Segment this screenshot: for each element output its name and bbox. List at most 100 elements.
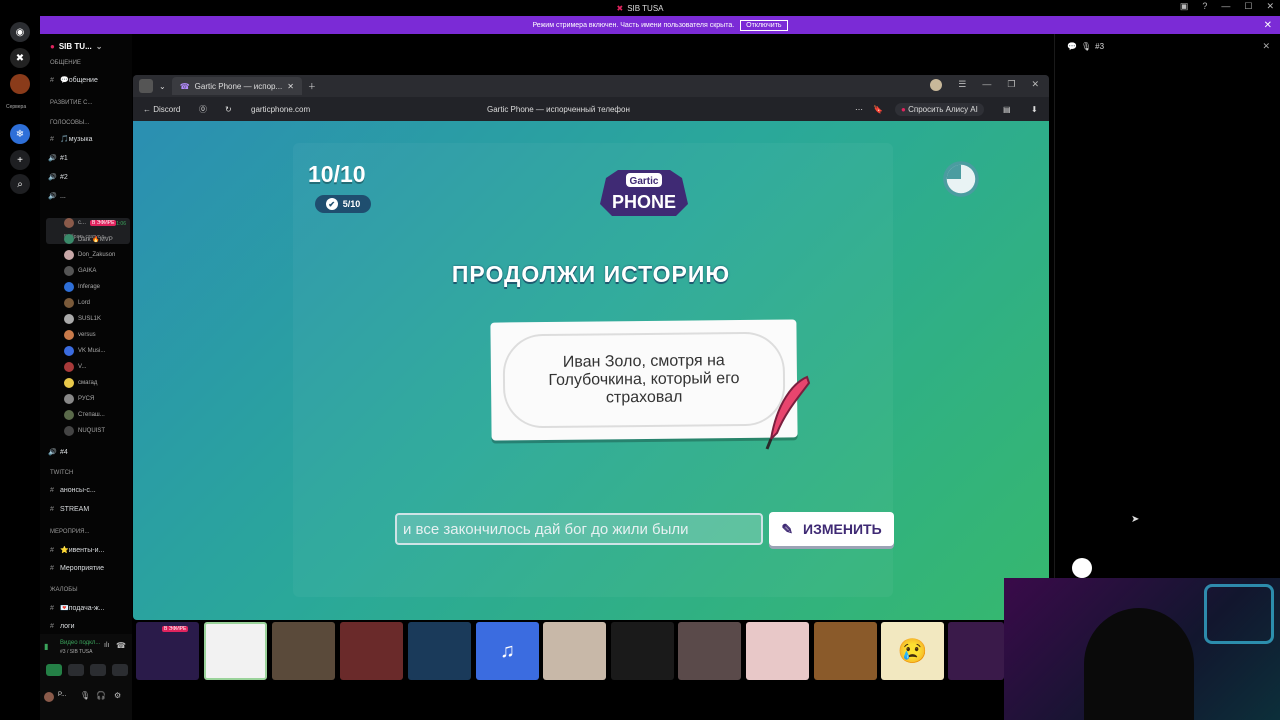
- voice-user[interactable]: GAIKA: [64, 266, 130, 276]
- close-window-button[interactable]: ✕: [1266, 1, 1274, 12]
- participant-thumb[interactable]: [408, 622, 471, 680]
- avatar: [64, 426, 74, 436]
- extensions-icon[interactable]: ⓪: [199, 104, 207, 115]
- voice-user[interactable]: VK Musi...: [64, 346, 130, 356]
- minimize-button[interactable]: —: [1221, 1, 1230, 12]
- voice-user[interactable]: Dark 🔥MVP: [64, 234, 130, 244]
- discover-icon[interactable]: ⌕: [10, 174, 30, 194]
- maximize-button[interactable]: ☐: [1244, 1, 1252, 12]
- voice-channel[interactable]: 🔊...: [48, 192, 130, 201]
- disable-streamer-button[interactable]: Отключить: [740, 19, 788, 31]
- profile-avatar[interactable]: [930, 79, 943, 91]
- text-channel[interactable]: # анонсы-с...: [48, 487, 130, 494]
- channel-category[interactable]: ГОЛОСОВЫ...: [50, 120, 89, 126]
- participant-thumb[interactable]: 😢: [881, 622, 944, 680]
- participant-thumb[interactable]: [814, 622, 877, 680]
- bookmark-icon[interactable]: 🔖: [873, 105, 883, 114]
- change-button[interactable]: ✎ ИЗМЕНИТЬ: [769, 512, 894, 546]
- soundboard-button[interactable]: [112, 664, 128, 676]
- tab-list-chevron-icon[interactable]: ⌄: [159, 82, 166, 91]
- voice-user[interactable]: Don_Zakuson: [64, 250, 130, 260]
- participant-stream-thumb[interactable]: В ЭФИРЕ: [136, 622, 199, 680]
- tab-gartic[interactable]: ☎ Gartic Phone — испор... ✕: [171, 77, 302, 95]
- hash-icon: #: [50, 623, 54, 630]
- participant-thumb[interactable]: [543, 622, 606, 680]
- add-server-icon[interactable]: +: [10, 150, 30, 170]
- neon-light: [1204, 584, 1274, 644]
- voice-user[interactable]: с... В ЭФИРЕ: [64, 218, 130, 228]
- participant-thumb[interactable]: [678, 622, 741, 680]
- camera-button[interactable]: [46, 664, 62, 676]
- new-tab-icon[interactable]: ＋: [308, 81, 316, 92]
- channel-category[interactable]: ОБЩЕНИЕ: [50, 60, 81, 66]
- text-channel[interactable]: # 💌подача-ж...: [48, 604, 130, 613]
- user-avatar[interactable]: [44, 692, 54, 702]
- url-field[interactable]: garticphone.com: [251, 105, 310, 114]
- voice-user[interactable]: РУСЯ: [64, 394, 130, 404]
- participant-thumb[interactable]: [611, 622, 674, 680]
- participant-thumb[interactable]: [272, 622, 335, 680]
- help-icon[interactable]: ?: [1202, 1, 1207, 12]
- more-icon[interactable]: ⋯: [855, 105, 863, 114]
- channel-label: логи: [60, 623, 75, 630]
- browser-close-button[interactable]: ✕: [1031, 79, 1039, 91]
- workspace-icon[interactable]: [139, 79, 153, 93]
- voice-user[interactable]: Inferage: [64, 282, 130, 292]
- browser-restore-button[interactable]: ❐: [1007, 79, 1015, 91]
- server-icon-sibtusa[interactable]: ✖: [10, 48, 30, 68]
- channel-category[interactable]: РАЗВИТИЕ С...: [50, 100, 92, 106]
- disconnect-icon[interactable]: ☎: [116, 641, 126, 650]
- reader-icon[interactable]: ▤: [1003, 105, 1011, 114]
- cast-icon[interactable]: ▣: [1180, 1, 1189, 12]
- screen-share-button[interactable]: [68, 664, 84, 676]
- gartic-favicon-icon: ☎: [179, 81, 190, 91]
- window-title: SIB TUSA: [627, 3, 664, 13]
- menu-icon[interactable]: ☰: [958, 79, 966, 91]
- user-name: с...: [78, 220, 87, 226]
- voice-channel[interactable]: 🔊 #4: [48, 448, 130, 457]
- text-channel[interactable]: # STREAM: [48, 506, 130, 513]
- participant-thumb[interactable]: [948, 622, 1004, 680]
- channel-category[interactable]: TWITCH: [50, 470, 73, 476]
- tab-title: Gartic Phone — испор...: [194, 81, 283, 91]
- voice-user[interactable]: Степаш...: [64, 410, 130, 420]
- voice-user[interactable]: NUQUIST: [64, 426, 130, 436]
- voice-user[interactable]: SUSL1K: [64, 314, 130, 324]
- channel-category[interactable]: МЕРОПРИЯ...: [50, 529, 90, 535]
- participant-thumb[interactable]: [746, 622, 809, 680]
- chat-bubble-icon[interactable]: [1072, 558, 1092, 578]
- activities-button[interactable]: [90, 664, 106, 676]
- voice-user[interactable]: V...: [64, 362, 130, 372]
- voice-channel[interactable]: 🔊 #1: [48, 154, 130, 163]
- reload-icon[interactable]: ↻: [225, 105, 232, 114]
- text-channel[interactable]: # 🎵музыка: [48, 135, 130, 144]
- soundboard-icon[interactable]: ılı: [104, 642, 109, 649]
- participant-thumb[interactable]: [204, 622, 267, 680]
- text-channel[interactable]: # Мероприятие: [48, 565, 130, 572]
- close-chat-icon[interactable]: ✕: [1262, 41, 1270, 52]
- headphones-icon[interactable]: 🎧: [96, 691, 106, 700]
- voice-user[interactable]: Lord: [64, 298, 130, 308]
- settings-gear-icon[interactable]: ⚙: [114, 691, 121, 700]
- ask-alice-button[interactable]: ● Спросить Алису AI: [895, 102, 984, 116]
- server-icon[interactable]: [10, 74, 30, 94]
- discord-home-icon[interactable]: ◉: [10, 22, 30, 42]
- voice-user[interactable]: versus: [64, 330, 130, 340]
- story-input[interactable]: и все закончилось дай бог до жили были: [395, 513, 763, 545]
- text-channel[interactable]: # ⭐ивенты-и...: [48, 546, 130, 555]
- close-tab-icon[interactable]: ✕: [287, 82, 294, 91]
- voice-channel[interactable]: 🔊 #2: [48, 173, 130, 182]
- channel-category[interactable]: ЖАЛОБЫ: [50, 587, 78, 593]
- text-channel[interactable]: # логи: [48, 623, 130, 630]
- close-banner-icon[interactable]: ✕: [1264, 20, 1272, 31]
- text-channel[interactable]: # 💬общение: [48, 76, 130, 85]
- back-button[interactable]: ← Discord: [143, 105, 180, 114]
- server-header[interactable]: ● SIB TU... ⌄: [50, 42, 102, 51]
- server-icon-snowflake[interactable]: ❄: [10, 124, 30, 144]
- music-bot-thumb[interactable]: ♫: [476, 622, 539, 680]
- participant-thumb[interactable]: [340, 622, 403, 680]
- download-icon[interactable]: ⬇: [1031, 105, 1038, 114]
- mic-icon[interactable]: 🎙: [80, 691, 90, 700]
- voice-user[interactable]: смагад: [64, 378, 130, 388]
- browser-minimize-button[interactable]: —: [982, 79, 991, 91]
